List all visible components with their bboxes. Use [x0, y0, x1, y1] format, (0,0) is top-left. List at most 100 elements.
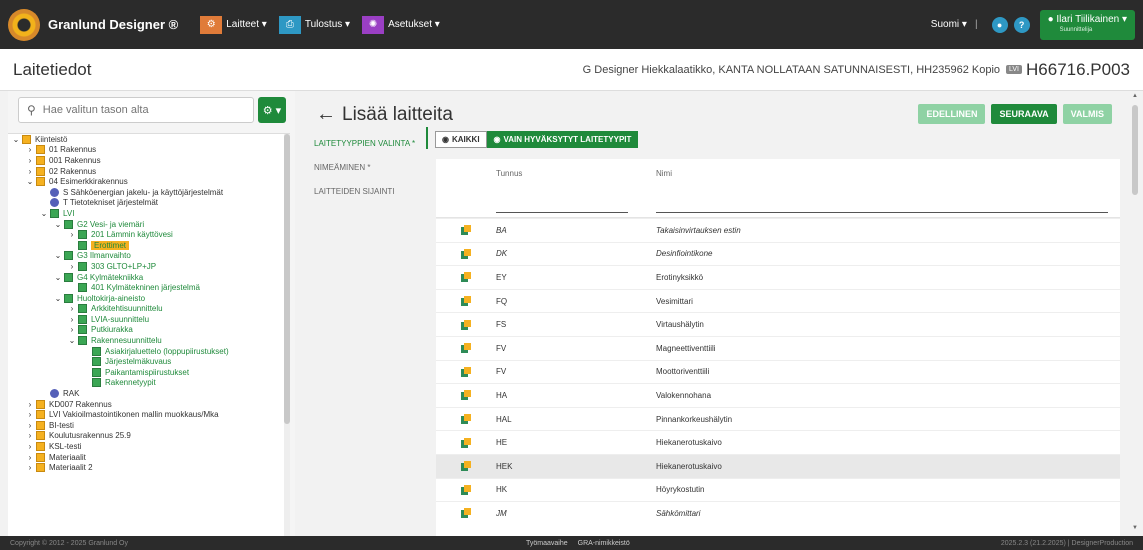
tree-node[interactable]: › KD007 Rakennus — [8, 399, 290, 410]
chevron-down-icon[interactable]: ⌄ — [54, 220, 62, 229]
back-arrow-icon[interactable]: ← — [316, 103, 336, 125]
chevron-right-icon[interactable]: › — [26, 431, 34, 440]
tree-node[interactable]: ›Järjestelmäkuvaus — [8, 356, 290, 367]
tree-node[interactable]: › Putkiurakka — [8, 325, 290, 336]
chevron-down-icon[interactable]: ⌄ — [40, 209, 48, 218]
menu-asetukset[interactable]: ✺ Asetukset ▾ — [362, 15, 440, 34]
table-row[interactable]: EY Erotinyksikkö — [436, 265, 1120, 289]
tree-node[interactable]: ›Asiakirjaluettelo (loppupiirustukset) — [8, 346, 290, 357]
tree-node[interactable]: › Arkkitehtisuunnittelu — [8, 304, 290, 315]
tree-node[interactable]: ›401 Kylmätekninen järjestelmä — [8, 282, 290, 293]
table-row[interactable]: FS Virtaushälytin — [436, 312, 1120, 336]
chevron-down-icon[interactable]: ⌄ — [26, 177, 34, 186]
chevron-right-icon[interactable]: › — [26, 442, 34, 451]
tree-node[interactable]: ⌄ G2 Vesi- ja viemäri — [8, 219, 290, 230]
table-row[interactable]: HE Hiekanerotuskaivo — [436, 430, 1120, 454]
chevron-right-icon[interactable]: › — [26, 156, 34, 165]
chevron-right-icon[interactable]: › — [26, 145, 34, 154]
table-row[interactable]: FV Magneettiventtiili — [436, 335, 1120, 360]
tree-node[interactable]: › 201 Lämmin käyttövesi — [8, 229, 290, 240]
filter-all-button[interactable]: ◉ KAIKKI — [435, 131, 487, 148]
tree-node[interactable]: › LVI Vakioilmastointikonen mallin muokka… — [8, 409, 290, 420]
chevron-right-icon[interactable]: › — [68, 325, 76, 334]
table-row[interactable]: HK Höyrykostutin — [436, 477, 1120, 502]
tree-node[interactable]: › BI-testi — [8, 420, 290, 431]
scroll-up-icon[interactable]: ▲ — [1132, 93, 1138, 99]
code-filter-input[interactable] — [496, 193, 628, 213]
chevron-down-icon[interactable]: ⌄ — [12, 135, 20, 144]
tree-node[interactable]: › 001 Rakennus — [8, 155, 290, 166]
tree-node[interactable]: › 303 GLTO+LP+JP — [8, 261, 290, 272]
brand-title[interactable]: Granlund Designer ® — [48, 17, 178, 32]
chevron-right-icon[interactable]: › — [26, 463, 34, 472]
chevron-right-icon[interactable]: › — [68, 304, 76, 313]
language-select[interactable]: Suomi ▾ — [931, 19, 967, 30]
next-button[interactable]: SEURAAVA — [991, 104, 1057, 124]
tree-node[interactable]: ⌄ LVI — [8, 208, 290, 219]
tree-node[interactable]: ›Erottimet — [8, 240, 290, 251]
tree-node[interactable]: ›Paikantamispiirustukset — [8, 367, 290, 378]
tree-node[interactable]: › 02 Rakennus — [8, 166, 290, 177]
menu-laitteet[interactable]: ⚙ Laitteet ▾ — [200, 15, 267, 34]
scroll-down-icon[interactable]: ▼ — [1132, 525, 1138, 531]
page-scrollbar[interactable]: ▲ ▼ — [1131, 91, 1139, 536]
chevron-right-icon[interactable]: › — [68, 230, 76, 239]
tree-node[interactable]: ⌄ Huoltokirja-aineisto — [8, 293, 290, 304]
help-icon[interactable]: ? — [1013, 16, 1030, 33]
table-row[interactable]: HA Valokennohana — [436, 383, 1120, 407]
table-row[interactable]: BA Takaisinvirtauksen estin — [436, 218, 1120, 242]
tree-node[interactable]: › Materiaalit — [8, 452, 290, 463]
header-name[interactable]: Nimi — [656, 169, 1120, 178]
chevron-right-icon[interactable]: › — [26, 410, 34, 419]
chevron-right-icon[interactable]: › — [26, 167, 34, 176]
tree-scrollbar[interactable] — [284, 134, 290, 536]
chevron-right-icon[interactable]: › — [26, 421, 34, 430]
tree-node[interactable]: ⌄ G3 Ilmanvaihto — [8, 251, 290, 262]
search-input[interactable] — [42, 104, 243, 116]
header-code[interactable]: Tunnus — [496, 169, 656, 178]
tree-node[interactable]: ⌄ G4 Kylmätekniikka — [8, 272, 290, 283]
wizard-title: ← Lisää laitteita — [316, 103, 453, 126]
chevron-down-icon[interactable]: ⌄ — [54, 273, 62, 282]
page-scroll-thumb[interactable] — [1132, 105, 1138, 195]
table-row[interactable]: HAL Pinnankorkeushälytin — [436, 406, 1120, 431]
tree-node[interactable]: › LVIA-suunnittelu — [8, 314, 290, 325]
table-row[interactable]: HEK Hiekanerotuskaivo — [436, 453, 1120, 478]
tree-settings-button[interactable]: ⚙ ▾ — [258, 97, 286, 123]
table-row[interactable]: FV Moottoriventtiili — [436, 359, 1120, 384]
granlund-logo[interactable] — [8, 8, 40, 41]
tree-node[interactable]: ⌄ 04 Esimerkkirakennus — [8, 176, 290, 187]
chevron-down-icon[interactable]: ⌄ — [54, 251, 62, 260]
tree-node[interactable]: › Materiaalit 2 — [8, 462, 290, 473]
tree-node[interactable]: › Koulutusrakennus 25.9 — [8, 431, 290, 442]
tree-node[interactable]: ›T Tietotekniset järjestelmät — [8, 198, 290, 209]
wizard-step-location[interactable]: LAITTEIDEN SIJAINTI — [314, 179, 426, 203]
previous-button[interactable]: EDELLINEN — [918, 104, 986, 124]
chat-icon[interactable]: ● — [991, 16, 1008, 33]
menu-tulostus[interactable]: ⎙ Tulostus ▾ — [278, 15, 350, 34]
chevron-down-icon[interactable]: ⌄ — [54, 294, 62, 303]
wizard-step-device-types[interactable]: LAITETYYPPIEN VALINTA * — [314, 131, 426, 155]
table-row[interactable]: FQ Vesimittari — [436, 288, 1120, 313]
chevron-right-icon[interactable]: › — [68, 315, 76, 324]
tree-node[interactable]: ⌄ Rakennesuunnittelu — [8, 335, 290, 346]
wizard-step-naming[interactable]: NIMEÄMINEN * — [314, 155, 426, 179]
tree-node[interactable]: ›RAK — [8, 388, 290, 399]
tree-node[interactable]: ›S Sähköenergian jakelu- ja käyttöjärjes… — [8, 187, 290, 198]
table-row[interactable]: DK Desinfiointikone — [436, 241, 1120, 266]
tree-node[interactable]: › KSL-testi — [8, 441, 290, 452]
name-filter-input[interactable] — [656, 193, 1108, 213]
chevron-right-icon[interactable]: › — [26, 453, 34, 462]
chevron-down-icon[interactable]: ⌄ — [68, 336, 76, 345]
tree-node[interactable]: ›Rakennetyypit — [8, 378, 290, 389]
tree-scroll-thumb[interactable] — [284, 134, 290, 424]
chevron-right-icon[interactable]: › — [68, 262, 76, 271]
done-button[interactable]: VALMIS — [1062, 104, 1112, 124]
chevron-right-icon[interactable]: › — [26, 400, 34, 409]
user-menu-button[interactable]: ● Ilari Tiilikainen ▾ Suunnittelija — [1039, 9, 1135, 40]
filter-approved-button[interactable]: ◉ VAIN HYVÄKSYTYT LAITETYYPIT — [486, 131, 639, 148]
tree-node[interactable]: ⌄ Kiinteistö — [8, 134, 290, 145]
table-row[interactable]: JM Sähkömittari — [436, 501, 1120, 525]
search-box[interactable]: ⚲ — [18, 97, 254, 123]
tree-node[interactable]: › 01 Rakennus — [8, 145, 290, 156]
